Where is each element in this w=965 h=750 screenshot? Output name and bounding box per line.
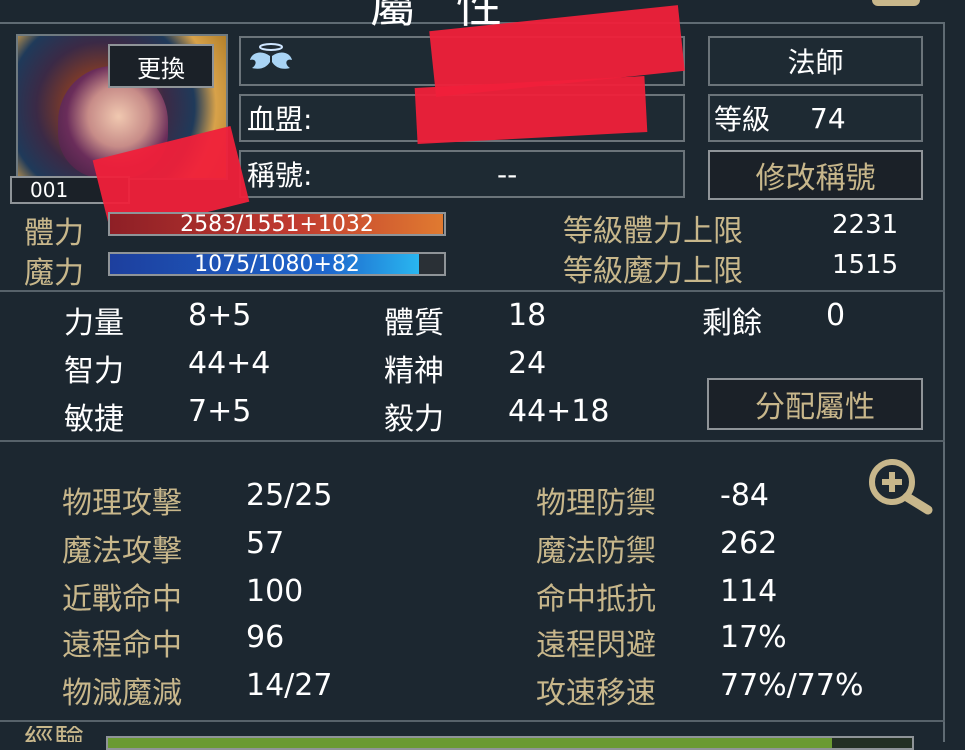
exp-label: 經驗	[24, 726, 84, 742]
attr-label-spirit: 精神	[384, 354, 444, 389]
change-portrait-button[interactable]: 更換	[108, 44, 214, 88]
combat-value-physical-defense: -84	[720, 478, 769, 513]
allocate-attributes-button[interactable]: 分配屬性	[707, 378, 923, 430]
close-button-partial[interactable]	[872, 0, 920, 6]
combat-value-ranged-dodge: 17%	[720, 620, 787, 655]
edit-title-button[interactable]: 修改稱號	[708, 150, 923, 200]
attr-value-constitution: 18	[508, 298, 547, 333]
angel-wings-icon	[250, 43, 292, 69]
class-field: 法師	[708, 36, 923, 86]
combat-label-magic-attack: 魔法攻擊	[62, 534, 182, 569]
hp-bar-text: 2583/1551+1032	[180, 212, 374, 236]
level-field: 等級 74	[708, 94, 923, 142]
exp-bar	[106, 736, 914, 750]
window-frame-right	[943, 22, 945, 742]
class-value: 法師	[787, 46, 844, 79]
hp-label: 體力	[24, 216, 84, 251]
combat-label-hit-resist: 命中抵抗	[536, 582, 656, 617]
combat-value-physical-attack: 25/25	[246, 478, 333, 513]
section-divider	[0, 290, 945, 292]
title-field: 稱號: --	[239, 150, 685, 198]
exp-bar-fill	[108, 738, 832, 748]
combat-label-speed: 攻速移速	[536, 676, 656, 711]
title-value: --	[497, 157, 518, 191]
mp-cap-label: 等級魔力上限	[563, 254, 743, 289]
title-label: 稱號:	[247, 159, 313, 192]
attr-value-perseverance: 44+18	[508, 394, 610, 429]
combat-label-damage-reduction: 物減魔減	[62, 676, 182, 711]
combat-label-melee-hit: 近戰命中	[62, 582, 182, 617]
attr-label-agility: 敏捷	[64, 402, 124, 437]
mp-cap-value: 1515	[832, 250, 899, 280]
mp-bar: 1075/1080+82	[108, 252, 446, 276]
combat-label-physical-defense: 物理防禦	[536, 486, 656, 521]
attr-value-strength: 8+5	[188, 298, 252, 333]
combat-value-damage-reduction: 14/27	[246, 668, 333, 703]
mp-label: 魔力	[24, 256, 84, 291]
combat-value-speed: 77%/77%	[720, 668, 864, 703]
attr-label-intelligence: 智力	[64, 354, 124, 389]
section-divider	[0, 440, 945, 442]
attr-value-agility: 7+5	[188, 394, 252, 429]
combat-label-ranged-hit: 遠程命中	[62, 628, 182, 663]
attr-value-intelligence: 44+4	[188, 346, 271, 381]
attr-value-spirit: 24	[508, 346, 547, 381]
combat-label-magic-defense: 魔法防禦	[536, 534, 656, 569]
combat-value-melee-hit: 100	[246, 574, 304, 609]
attr-label-remaining: 剩餘	[702, 306, 762, 341]
attr-label-constitution: 體質	[384, 306, 444, 341]
section-divider	[0, 720, 945, 722]
attr-value-remaining: 0	[826, 298, 846, 333]
combat-value-magic-defense: 262	[720, 526, 778, 561]
attr-label-strength: 力量	[64, 306, 124, 341]
combat-label-ranged-dodge: 遠程閃避	[536, 628, 656, 663]
combat-value-ranged-hit: 96	[246, 620, 285, 655]
mp-bar-text: 1075/1080+82	[194, 252, 360, 276]
level-label: 等級	[714, 103, 771, 136]
attr-label-perseverance: 毅力	[384, 402, 444, 437]
level-value: 74	[810, 101, 846, 135]
zoom-in-icon[interactable]	[864, 458, 936, 516]
combat-value-magic-attack: 57	[246, 526, 285, 561]
hp-bar: 2583/1551+1032	[108, 212, 446, 236]
guild-label: 血盟:	[247, 103, 313, 136]
hp-cap-value: 2231	[832, 210, 899, 240]
combat-value-hit-resist: 114	[720, 574, 778, 609]
combat-label-physical-attack: 物理攻擊	[62, 486, 182, 521]
hp-cap-label: 等級體力上限	[563, 214, 743, 249]
